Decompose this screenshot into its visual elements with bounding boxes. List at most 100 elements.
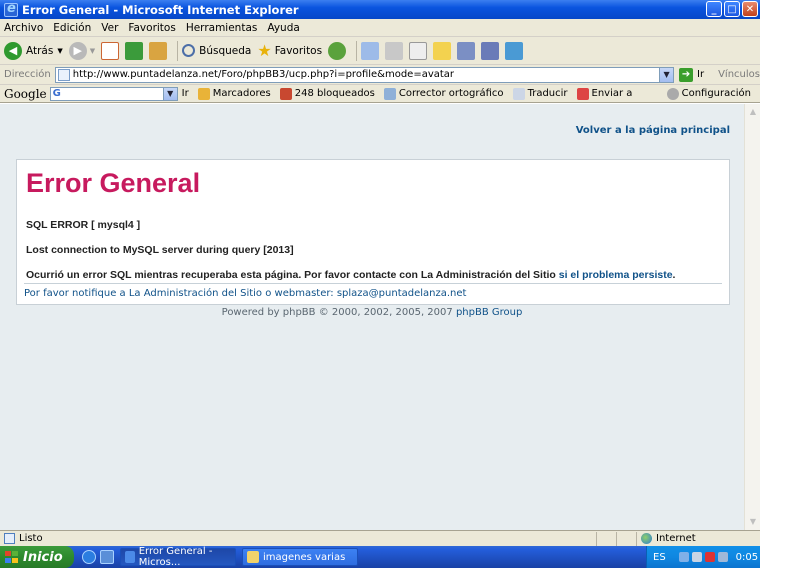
start-button[interactable]: Inicio	[0, 546, 74, 568]
send-icon	[576, 87, 589, 100]
phpbb-group-link[interactable]: phpBB Group	[456, 307, 522, 318]
settings-button[interactable]: Configuración	[666, 87, 751, 100]
status-bar: Listo Internet	[0, 530, 760, 546]
menu-herramientas[interactable]: Herramientas	[186, 22, 258, 34]
folder-icon	[247, 551, 259, 563]
back-to-index-link[interactable]: Volver a la página principal	[576, 125, 730, 136]
maximize-button[interactable]: □	[724, 1, 740, 17]
popup-blocked-icon	[279, 87, 292, 100]
translate-button[interactable]: Traducir	[512, 87, 568, 100]
task-ie-window[interactable]: Error General - Micros...	[120, 546, 236, 568]
start-label: Inicio	[23, 549, 63, 565]
blocked-label: 248 bloqueados	[294, 88, 375, 99]
back-button[interactable]: ◀ Atrás ▼	[4, 41, 63, 60]
ie-icon[interactable]	[82, 550, 96, 564]
window-title: Error General - Microsoft Internet Explo…	[22, 2, 299, 17]
tray-icon[interactable]	[691, 552, 702, 562]
task-label: imagenes varias	[263, 551, 346, 563]
favorites-label: Favoritos	[274, 44, 323, 57]
powered-by: Powered by phpBB © 2000, 2002, 2005, 200…	[0, 307, 744, 318]
antivirus-icon[interactable]	[704, 552, 715, 562]
close-button[interactable]: ✕	[742, 1, 758, 17]
google-go-button[interactable]: Ir	[182, 88, 189, 99]
users-icon[interactable]	[505, 41, 524, 60]
address-url: http://www.puntadelanza.net/Foro/phpBB3/…	[72, 69, 455, 80]
chevron-down-icon[interactable]: ▼	[162, 87, 177, 100]
forward-button[interactable]: ▶ ▼	[68, 41, 95, 60]
links-label[interactable]: Vínculos	[718, 69, 760, 80]
google-logo: Google	[4, 86, 47, 101]
gear-icon	[666, 87, 679, 100]
language-indicator[interactable]: ES	[653, 552, 666, 563]
scroll-down-icon[interactable]: ▼	[746, 515, 760, 529]
status-cell	[616, 531, 636, 546]
menu-bar: Archivo Edición Ver Favoritos Herramient…	[0, 19, 760, 56]
page-title: Error General	[26, 168, 201, 198]
send-label: Enviar a	[591, 88, 633, 99]
address-input[interactable]: http://www.puntadelanza.net/Foro/phpBB3/…	[54, 66, 675, 83]
status-left: Listo	[0, 533, 596, 544]
search-icon	[182, 44, 196, 57]
edit-icon[interactable]	[409, 41, 428, 60]
go-arrow-icon: ➔	[679, 67, 694, 82]
go-button[interactable]: ➔ Ir	[679, 67, 705, 82]
tray-icon[interactable]	[678, 552, 689, 562]
favorites-button[interactable]: ★ Favoritos	[257, 41, 322, 60]
menu-archivo[interactable]: Archivo	[4, 22, 43, 34]
vertical-scrollbar[interactable]: ▲ ▼	[744, 104, 760, 530]
error-message-lead: Ocurrió un error SQL mientras recuperaba…	[26, 269, 556, 281]
window-controls: _ □ ✕	[706, 1, 758, 17]
page-viewport: Volver a la página principal Error Gener…	[0, 104, 744, 530]
discuss-icon[interactable]	[433, 41, 452, 60]
taskbar: Inicio Error General - Micros... imagene…	[0, 546, 760, 568]
desktop-icon[interactable]	[100, 550, 114, 564]
scroll-up-icon[interactable]: ▲	[746, 105, 760, 119]
status-text: Listo	[19, 533, 43, 544]
notify-footer: Por favor notifique a La Administración …	[24, 283, 722, 299]
task-folder-window[interactable]: imagenes varias	[242, 548, 358, 566]
error-panel: Error General SQL ERROR [ mysql4 ] Lost …	[16, 159, 730, 305]
chevron-down-icon[interactable]: ▼	[90, 47, 95, 55]
menu-ver[interactable]: Ver	[101, 22, 118, 34]
mail-icon[interactable]	[361, 41, 380, 60]
system-tray: ES 0:05	[646, 546, 760, 568]
refresh-icon[interactable]	[125, 41, 144, 60]
chevron-down-icon[interactable]: ▼	[57, 47, 62, 55]
standard-toolbar: ◀ Atrás ▼ ▶ ▼ Búsqueda ★ Favoritos	[0, 37, 760, 65]
period: .	[672, 269, 676, 281]
status-cell	[596, 531, 616, 546]
chevron-down-icon[interactable]: ▼	[659, 67, 674, 82]
sql-error-text: SQL ERROR [ mysql4 ]	[26, 219, 141, 231]
volume-icon[interactable]	[717, 552, 728, 562]
send-to-button[interactable]: Enviar a	[576, 87, 633, 100]
toolbar-separator	[177, 40, 179, 61]
back-arrow-icon: ◀	[4, 41, 22, 60]
security-zone: Internet	[636, 531, 760, 546]
google-search-input[interactable]: G ▼	[49, 86, 178, 101]
menu-ayuda[interactable]: Ayuda	[267, 22, 299, 34]
stop-icon[interactable]	[101, 41, 120, 60]
minimize-button[interactable]: _	[706, 1, 722, 17]
popup-blocker-button[interactable]: 248 bloqueados	[279, 87, 375, 100]
spellcheck-button[interactable]: Corrector ortográfico	[383, 87, 504, 100]
messenger-icon[interactable]	[481, 41, 500, 60]
history-icon[interactable]	[328, 41, 347, 60]
notify-text[interactable]: Por favor notifique a La Administración …	[24, 288, 466, 299]
home-icon[interactable]	[149, 41, 168, 60]
go-label: Ir	[697, 69, 705, 80]
bookmarks-button[interactable]: Marcadores	[197, 87, 271, 100]
ie-icon	[4, 1, 18, 17]
menu-edicion[interactable]: Edición	[53, 22, 91, 34]
address-label: Dirección	[4, 69, 51, 80]
google-g-icon: G	[52, 87, 61, 99]
problem-persists-link[interactable]: si el problema persiste	[559, 269, 673, 281]
globe-icon	[641, 533, 652, 544]
zone-label: Internet	[656, 533, 696, 544]
google-toolbar: Google G ▼ Ir Marcadores 248 bloqueados …	[0, 85, 760, 103]
menu-favoritos[interactable]: Favoritos	[128, 22, 175, 34]
translate-icon	[512, 87, 525, 100]
search-button[interactable]: Búsqueda	[182, 44, 251, 57]
research-icon[interactable]	[457, 41, 476, 60]
bookmarks-label: Marcadores	[212, 88, 271, 99]
print-icon[interactable]	[385, 41, 404, 60]
